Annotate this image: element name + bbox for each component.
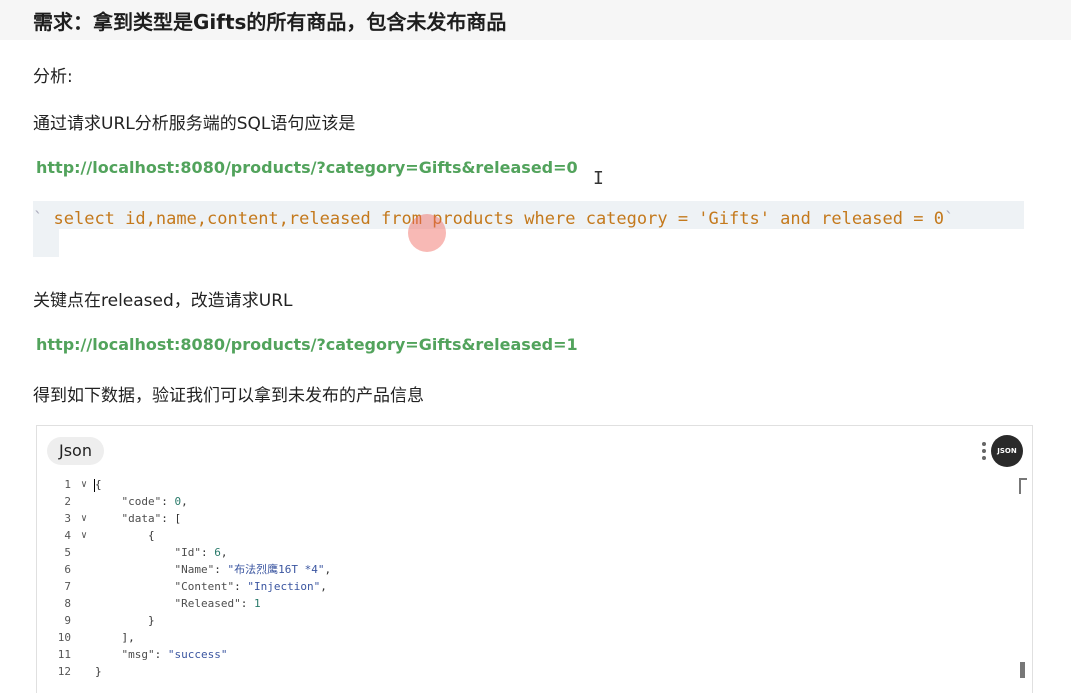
code-text: { [147, 529, 155, 542]
code-line: 9 } [37, 612, 1017, 629]
code-line: 1 ∨{ [37, 476, 1017, 493]
text-cursor-icon: I [593, 168, 604, 189]
code-text: "Released": 1 [174, 597, 261, 610]
line-number: 8 [64, 597, 71, 610]
line-number: 11 [57, 648, 71, 661]
code-line: 8 "Released": 1 [37, 595, 1017, 612]
code-line: 5 "Id": 6, [37, 544, 1017, 561]
original-url-link[interactable]: http://localhost:8080/products/?category… [36, 158, 578, 177]
json-code-card: Json JSON 1 ∨{2 "code": 0, 3 ∨ "data": [4 ∨ … [36, 425, 1033, 693]
more-options-icon[interactable] [981, 440, 987, 462]
code-line: 10 ], [37, 629, 1017, 646]
line-number: 2 [64, 495, 71, 508]
key-point-text: 关键点在released，改造请求URL [33, 291, 293, 311]
line-number: 1 [64, 478, 71, 491]
code-text: "Name": "布法烈鹰16T *4", [174, 563, 332, 576]
modified-url-link[interactable]: http://localhost:8080/products/?category… [36, 335, 578, 354]
code-text: } [95, 665, 102, 678]
code-text: "Content": "Injection", [174, 580, 327, 593]
sql-code-block: ` select id,name,content,released from p… [33, 201, 1024, 258]
line-number: 7 [64, 580, 71, 593]
code-text: } [147, 614, 155, 627]
line-number: 9 [64, 614, 71, 627]
text-caret [94, 478, 95, 492]
code-line: 7 "Content": "Injection", [37, 578, 1017, 595]
code-text: ], [121, 631, 135, 644]
analysis-label: 分析: [33, 67, 73, 87]
line-number: 3 [64, 512, 71, 525]
json-code-editor[interactable]: 1 ∨{2 "code": 0, 3 ∨ "data": [4 ∨ {5 "Id": 6… [37, 476, 1017, 680]
result-text: 得到如下数据，验证我们可以拿到未发布的产品信息 [33, 386, 424, 406]
fold-chevron-icon[interactable]: ∨ [77, 476, 91, 493]
code-text: "msg": "success" [121, 648, 228, 661]
line-number: 4 [64, 529, 71, 542]
language-label[interactable]: Json [47, 437, 104, 465]
sql-intro-text: 通过请求URL分析服务端的SQL语句应该是 [33, 114, 356, 134]
code-line: 4 ∨ { [37, 527, 1017, 544]
line-number: 12 [57, 665, 71, 678]
click-indicator [408, 214, 446, 252]
scrollbar-thumb[interactable] [1020, 662, 1025, 678]
code-line: 12} [37, 663, 1017, 680]
fold-chevron-icon[interactable]: ∨ [77, 527, 91, 544]
fold-chevron-icon[interactable]: ∨ [77, 510, 91, 527]
code-line: 2 "code": 0, [37, 493, 1017, 510]
code-text: "Id": 6, [174, 546, 228, 559]
sql-statement: ` select id,name,content,released from p… [33, 209, 955, 229]
sql-statement-text: select id,name,content,released from pro… [53, 209, 944, 229]
page-title: 需求：拿到类型是Gifts的所有商品，包含未发布商品 [33, 10, 507, 34]
scrollbar-top[interactable] [1019, 478, 1027, 494]
line-number: 6 [64, 563, 71, 576]
code-line: 3 ∨ "data": [ [37, 510, 1017, 527]
line-number: 5 [64, 546, 71, 559]
line-number: 10 [57, 631, 71, 644]
code-text: "code": 0, [121, 495, 188, 508]
code-text: { [94, 478, 102, 492]
code-line: 6 "Name": "布法烈鹰16T *4", [37, 561, 1017, 578]
code-line: 11 "msg": "success" [37, 646, 1017, 663]
code-text: "data": [ [121, 512, 182, 525]
json-format-icon[interactable]: JSON [991, 435, 1023, 467]
